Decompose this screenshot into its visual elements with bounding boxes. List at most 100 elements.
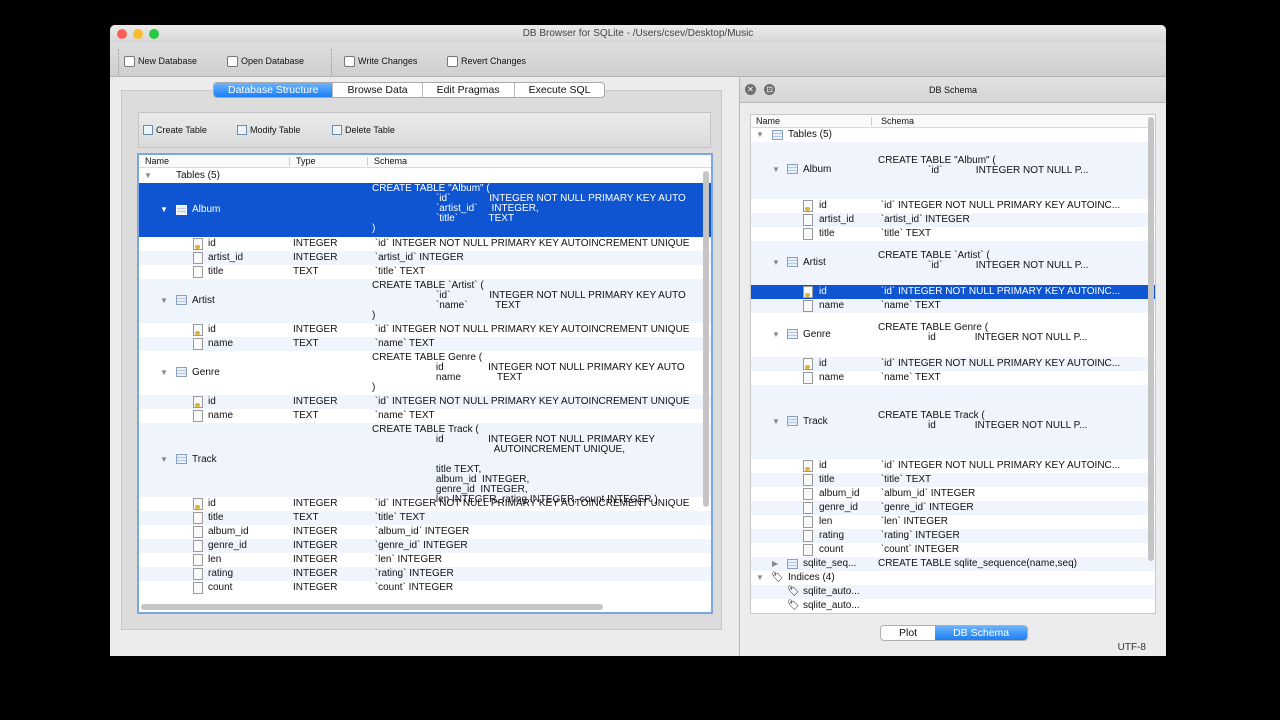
tree-row-album[interactable]: ▼ Album CREATE TABLE "Album" ( `id` INTE…	[139, 183, 711, 237]
close-dock-icon[interactable]: ✕	[745, 84, 756, 95]
tree-row-track[interactable]: ▼ Track CREATE TABLE Track ( id INTEGER …	[139, 423, 711, 505]
tab-db-schema[interactable]: DB Schema	[935, 626, 1028, 640]
schema-row-field[interactable]: title `title` TEXT	[751, 473, 1155, 487]
field-type: TEXT	[293, 410, 319, 421]
schema-row-indices[interactable]: ▼ 🏷 Indices (4)	[751, 571, 1155, 585]
create-table-button[interactable]: Create Table	[143, 125, 207, 135]
schema-row-artist[interactable]: ▼ Artist CREATE TABLE `Artist` ( `id` IN…	[751, 241, 1155, 285]
new-database-button[interactable]: New Database	[124, 54, 197, 68]
field-icon	[803, 530, 813, 542]
tab-edit-pragmas[interactable]: Edit Pragmas	[423, 83, 515, 97]
schema-row-album[interactable]: ▼ Album CREATE TABLE "Album" ( `id` INTE…	[751, 142, 1155, 199]
dock-tabs: Plot DB Schema	[880, 625, 1029, 641]
schema-row-field[interactable]: id `id` INTEGER NOT NULL PRIMARY KEY AUT…	[751, 357, 1155, 371]
horizontal-scrollbar[interactable]	[141, 604, 603, 610]
vertical-scrollbar[interactable]	[1148, 117, 1154, 561]
tree-row-field[interactable]: artist_id INTEGER `artist_id` INTEGER	[139, 251, 711, 265]
expand-arrow-icon[interactable]: ▼	[160, 455, 168, 464]
field-icon	[803, 300, 813, 312]
modify-table-button[interactable]: Modify Table	[237, 125, 300, 135]
schema-row-index[interactable]: 🏷 sqlite_auto...	[751, 585, 1155, 599]
field-type: INTEGER	[293, 498, 338, 509]
tree-row-field[interactable]: name TEXT `name` TEXT	[139, 337, 711, 351]
column-header-schema[interactable]: Schema	[374, 156, 407, 166]
field-schema: `count` INTEGER	[878, 544, 960, 555]
schema-row-sqlite-sequence[interactable]: ▶ sqlite_seq... CREATE TABLE sqlite_sequ…	[751, 557, 1155, 571]
table-name: Album	[803, 164, 832, 175]
tab-execute-sql[interactable]: Execute SQL	[515, 83, 605, 97]
zoom-window-button[interactable]	[149, 29, 159, 39]
column-header-type[interactable]: Type	[296, 156, 316, 166]
tree-row-field[interactable]: id INTEGER `id` INTEGER NOT NULL PRIMARY…	[139, 497, 711, 511]
field-icon	[193, 568, 203, 580]
column-header-schema[interactable]: Schema	[881, 116, 914, 126]
field-type: INTEGER	[293, 582, 338, 593]
tab-plot[interactable]: Plot	[881, 626, 935, 640]
tree-row-field[interactable]: genre_id INTEGER `genre_id` INTEGER	[139, 539, 711, 553]
schema-row-field[interactable]: album_id `album_id` INTEGER	[751, 487, 1155, 501]
schema-row-field[interactable]: title `title` TEXT	[751, 227, 1155, 241]
column-header-name[interactable]: Name	[756, 116, 780, 126]
expand-arrow-icon[interactable]: ▼	[772, 165, 780, 174]
column-header-name[interactable]: Name	[145, 156, 169, 166]
delete-table-button[interactable]: Delete Table	[332, 125, 395, 135]
field-icon	[193, 582, 203, 594]
minimize-window-button[interactable]	[133, 29, 143, 39]
schema-row-field[interactable]: id `id` INTEGER NOT NULL PRIMARY KEY AUT…	[751, 459, 1155, 473]
primary-key-field-icon	[803, 286, 813, 298]
field-icon	[803, 516, 813, 528]
schema-row-field[interactable]: id `id` INTEGER NOT NULL PRIMARY KEY AUT…	[751, 199, 1155, 213]
tree-row-field[interactable]: len INTEGER `len` INTEGER	[139, 553, 711, 567]
structure-tree[interactable]: Name Type Schema ▼ Tables (5) ▼ Album CR…	[137, 153, 713, 614]
expand-arrow-icon[interactable]: ▼	[160, 205, 168, 214]
expand-arrow-icon[interactable]: ▼	[160, 368, 168, 377]
schema-row-index[interactable]: 🏷 sqlite_auto...	[751, 599, 1155, 613]
schema-row-field[interactable]: artist_id `artist_id` INTEGER	[751, 213, 1155, 227]
schema-row-field[interactable]: rating `rating` INTEGER	[751, 529, 1155, 543]
schema-row-field[interactable]: genre_id `genre_id` INTEGER	[751, 501, 1155, 515]
expand-arrow-icon[interactable]: ▶	[772, 559, 778, 568]
tree-row-tables[interactable]: ▼ Tables (5)	[139, 169, 711, 183]
db-schema-dock: ✕ ⊡ DB Schema Name Schema ▼ Tables (5) ▼…	[739, 77, 1166, 656]
tree-row-field[interactable]: title TEXT `title` TEXT	[139, 511, 711, 525]
expand-arrow-icon[interactable]: ▼	[144, 171, 152, 180]
revert-changes-button[interactable]: Revert Changes	[447, 54, 526, 68]
open-database-button[interactable]: Open Database	[227, 54, 304, 68]
tree-row-artist[interactable]: ▼ Artist CREATE TABLE `Artist` ( `id` IN…	[139, 279, 711, 323]
schema-row-tables[interactable]: ▼ Tables (5)	[751, 128, 1155, 142]
float-dock-icon[interactable]: ⊡	[764, 84, 775, 95]
tab-browse-data[interactable]: Browse Data	[333, 83, 423, 97]
schema-row-genre[interactable]: ▼ Genre CREATE TABLE Genre ( id INTEGER …	[751, 313, 1155, 357]
close-window-button[interactable]	[117, 29, 127, 39]
schema-row-field[interactable]: name `name` TEXT	[751, 299, 1155, 313]
field-name: id	[819, 358, 827, 369]
schema-row-field[interactable]: name `name` TEXT	[751, 371, 1155, 385]
expand-arrow-icon[interactable]: ▼	[772, 258, 780, 267]
expand-arrow-icon[interactable]: ▼	[756, 573, 764, 582]
vertical-scrollbar[interactable]	[703, 171, 709, 507]
tree-row-field[interactable]: count INTEGER `count` INTEGER	[139, 581, 711, 595]
tree-row-field[interactable]: rating INTEGER `rating` INTEGER	[139, 567, 711, 581]
field-schema: `name` TEXT	[372, 410, 435, 421]
tree-row-field[interactable]: title TEXT `title` TEXT	[139, 265, 711, 279]
tab-database-structure[interactable]: Database Structure	[214, 83, 334, 97]
expand-arrow-icon[interactable]: ▼	[772, 417, 780, 426]
schema-tree[interactable]: Name Schema ▼ Tables (5) ▼ Album CREATE …	[750, 114, 1156, 614]
schema-row-track[interactable]: ▼ Track CREATE TABLE Track ( id INTEGER …	[751, 385, 1155, 459]
expand-arrow-icon[interactable]: ▼	[756, 130, 764, 139]
tree-row-field[interactable]: name TEXT `name` TEXT	[139, 409, 711, 423]
tree-row-field[interactable]: id INTEGER `id` INTEGER NOT NULL PRIMARY…	[139, 395, 711, 409]
schema-row-field-selected[interactable]: id `id` INTEGER NOT NULL PRIMARY KEY AUT…	[751, 285, 1155, 299]
tree-row-field[interactable]: id INTEGER `id` INTEGER NOT NULL PRIMARY…	[139, 323, 711, 337]
tree-row-field[interactable]: album_id INTEGER `album_id` INTEGER	[139, 525, 711, 539]
field-icon	[193, 266, 203, 278]
tree-row-genre[interactable]: ▼ Genre CREATE TABLE Genre ( id INTEGER …	[139, 351, 711, 395]
tree-row-field[interactable]: id INTEGER `id` INTEGER NOT NULL PRIMARY…	[139, 237, 711, 251]
field-schema: `album_id` INTEGER	[372, 526, 470, 537]
schema-row-field[interactable]: count `count` INTEGER	[751, 543, 1155, 557]
write-changes-button[interactable]: Write Changes	[344, 54, 417, 68]
schema-row-field[interactable]: len `len` INTEGER	[751, 515, 1155, 529]
expand-arrow-icon[interactable]: ▼	[160, 296, 168, 305]
expand-arrow-icon[interactable]: ▼	[772, 330, 780, 339]
db-schema-title: DB Schema	[928, 85, 978, 95]
